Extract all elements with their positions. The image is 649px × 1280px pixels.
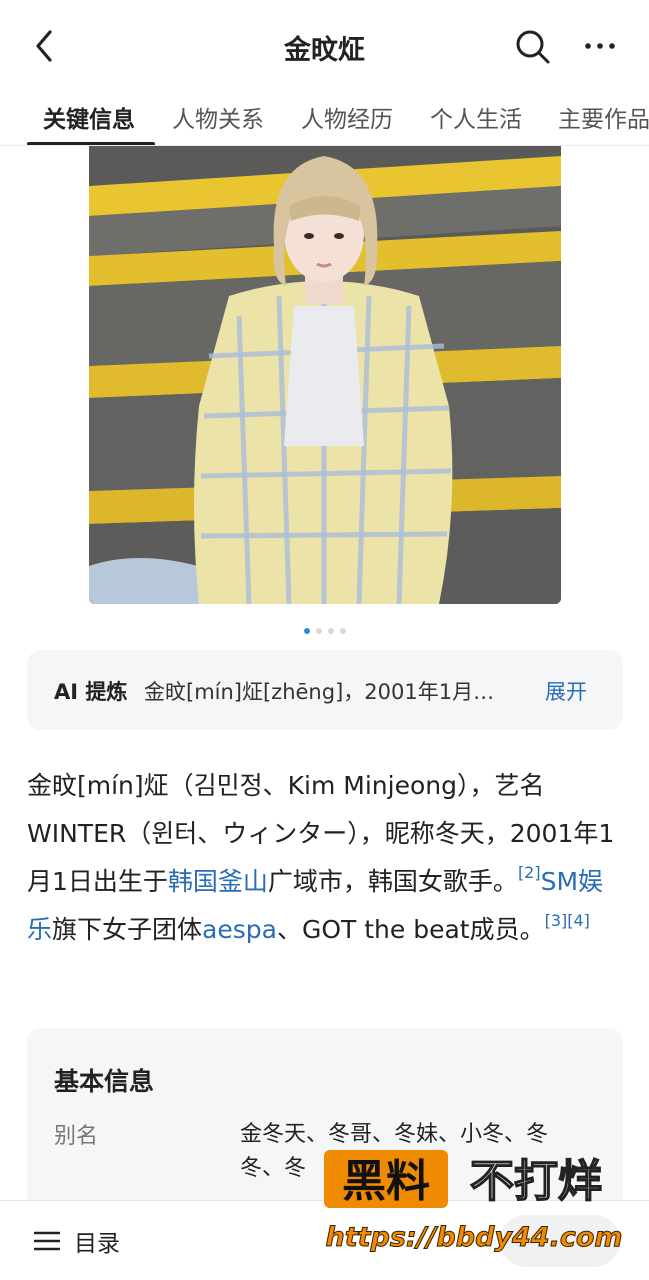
top-bar: 金旼炡 — [0, 0, 649, 92]
search-button[interactable] — [512, 26, 552, 66]
photo-illustration — [89, 146, 561, 604]
tab-personal-life[interactable]: 个人生活 — [430, 100, 522, 134]
carousel-dot[interactable] — [327, 628, 334, 634]
info-key-alias: 别名 — [54, 1124, 99, 1149]
profile-photo[interactable] — [89, 146, 561, 604]
tab-experience[interactable]: 人物经历 — [301, 100, 393, 134]
tab-relations[interactable]: 人物关系 — [172, 100, 264, 134]
carousel-indicator — [0, 619, 649, 634]
more-horizontal-icon — [585, 43, 615, 49]
watermark-url: https://bbdy44.com — [325, 1222, 622, 1253]
ai-summary-text: 金旼[mín]炡[zhēng]，2001年1月… — [144, 680, 495, 704]
intro-text: 旗下女子团体 — [52, 915, 203, 944]
tab-key-info[interactable]: 关键信息 — [43, 100, 135, 134]
ai-summary-card[interactable]: AI 提炼 金旼[mín]炡[zhēng]，2001年1月… 展开 — [27, 650, 623, 730]
intro-text: 、GOT the beat成员。 — [276, 915, 545, 944]
intro-text: 广域市，韩国女歌手。 — [267, 867, 518, 896]
toc-button[interactable]: 目录 — [34, 1223, 120, 1259]
carousel-dot[interactable] — [303, 628, 310, 634]
link-aespa[interactable]: aespa — [202, 915, 277, 944]
ai-summary-expand-link[interactable]: 展开 — [545, 676, 587, 706]
citation-ref[interactable]: [3] — [545, 911, 568, 930]
tab-works[interactable]: 主要作品 — [558, 100, 649, 134]
search-icon — [516, 30, 550, 64]
basic-info-title: 基本信息 — [54, 1067, 155, 1096]
ai-summary-label: AI 提炼 — [54, 680, 128, 704]
watermark-text-right: 不打烊 — [470, 1156, 602, 1207]
section-tabs: 关键信息 人物关系 人物经历 个人生活 主要作品 — [0, 92, 649, 146]
more-button[interactable] — [580, 26, 620, 66]
link-busan[interactable]: 韩国釜山 — [168, 867, 268, 896]
citation-ref[interactable]: [4] — [567, 911, 590, 930]
carousel-dot[interactable] — [315, 628, 322, 634]
intro-paragraph: 金旼[mín]炡（김민정、Kim Minjeong），艺名WINTER（윈터、ウ… — [27, 762, 623, 954]
watermark-text-left: 黑料 — [342, 1156, 430, 1207]
toc-label: 目录 — [74, 1231, 120, 1257]
menu-icon — [34, 1231, 60, 1251]
watermark: 黑料 不打烊 https://bbdy44.com — [318, 1146, 630, 1256]
carousel-dot[interactable] — [339, 628, 346, 634]
citation-ref[interactable]: [2] — [518, 863, 541, 882]
